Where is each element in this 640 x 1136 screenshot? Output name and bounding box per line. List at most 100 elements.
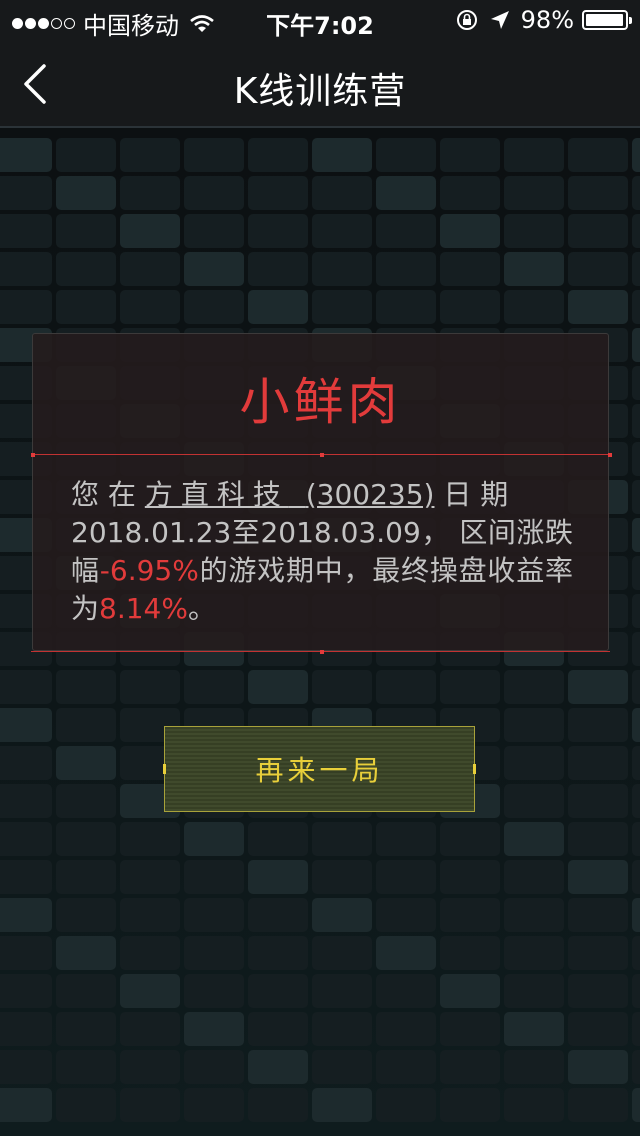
grid-cell [568,1088,628,1122]
grid-cell [248,290,308,324]
grid-cell [632,480,640,514]
replay-button-label: 再来一局 [255,754,384,787]
stock-link[interactable]: 方直科技 (300235) [145,478,435,511]
grid-cell [632,214,640,248]
status-bar: 中国移动 下午7:02 98% [0,0,640,40]
grid-cell [312,214,372,248]
grid-cell [632,1050,640,1084]
grid-cell [56,138,116,172]
grid-cell [504,176,564,210]
screen: 中国移动 下午7:02 98% K线训练营 小鲜肉 您 在 方直科技 (3002… [0,0,640,1136]
grid-cell [248,860,308,894]
grid-cell [312,860,372,894]
grid-row [0,1088,640,1122]
grid-cell [0,974,52,1008]
grid-cell [0,214,52,248]
grid-cell [312,670,372,704]
grid-cell [0,290,52,324]
grid-cell [56,176,116,210]
grid-cell [120,670,180,704]
grid-cell [120,1050,180,1084]
grid-cell [184,822,244,856]
grid-row [0,252,640,286]
grid-cell [568,176,628,210]
grid-cell [0,898,52,932]
grid-cell [504,138,564,172]
end-date: 2018.03.09 [260,516,421,549]
grid-cell [632,860,640,894]
grid-cell [632,708,640,742]
result-card: 小鲜肉 您 在 方直科技 (300235) 日 期 2018.01.23至2018… [31,333,612,654]
grid-row [0,860,640,894]
grid-cell [440,936,500,970]
stock-name: 方直科技 [144,478,289,511]
grid-cell [0,708,52,742]
grid-cell [376,176,436,210]
grid-row [0,290,640,324]
grid-cell [632,404,640,438]
text-date-label: 日 期 [434,478,509,511]
grid-row [0,176,640,210]
grid-cell [312,176,372,210]
grid-cell [568,746,628,780]
grid-cell [440,974,500,1008]
grid-cell [248,252,308,286]
grid-cell [312,936,372,970]
grid-cell [504,1012,564,1046]
grid-cell [632,594,640,628]
grid-cell [120,1088,180,1122]
grid-cell [120,898,180,932]
grid-cell [312,1088,372,1122]
grid-cell [440,670,500,704]
grid-cell [0,746,52,780]
grid-cell [568,822,628,856]
grid-cell [440,252,500,286]
result-description: 您 在 方直科技 (300235) 日 期 2018.01.23至2018.03.… [71,476,573,628]
grid-cell [632,1088,640,1122]
grid-cell [568,290,628,324]
grid-cell [120,936,180,970]
navigation-bar: K线训练营 [0,40,640,128]
grid-cell [184,214,244,248]
grid-cell [376,290,436,324]
grid-cell [120,252,180,286]
grid-cell [184,138,244,172]
grid-cell [184,176,244,210]
to-label: 至 [231,516,261,549]
grid-cell [248,214,308,248]
grid-cell [0,252,52,286]
grid-cell [56,974,116,1008]
grid-cell [184,898,244,932]
grid-cell [632,898,640,932]
grid-cell [56,1088,116,1122]
button-notch [473,764,476,774]
grid-cell [632,328,640,362]
grid-cell [440,138,500,172]
grid-cell [312,822,372,856]
grid-cell [248,176,308,210]
grid-cell [248,898,308,932]
grid-row [0,1050,640,1084]
grid-cell [248,822,308,856]
grid-cell [440,214,500,248]
grid-cell [440,1088,500,1122]
grid-cell [248,138,308,172]
grid-cell [184,936,244,970]
grid-cell [56,822,116,856]
grid-cell [312,1050,372,1084]
grid-row [0,1012,640,1046]
grid-cell [568,860,628,894]
grid-row [0,974,640,1008]
change-percent: -6.95% [99,554,199,587]
grid-cell [632,1012,640,1046]
replay-button[interactable]: 再来一局 [163,726,476,812]
grid-cell [376,860,436,894]
button-notch [163,764,166,774]
grid-cell [56,670,116,704]
grid-cell [120,1012,180,1046]
grid-cell [568,252,628,286]
grid-cell [504,214,564,248]
grid-cell [632,556,640,590]
grid-cell [56,1012,116,1046]
grid-cell [568,670,628,704]
